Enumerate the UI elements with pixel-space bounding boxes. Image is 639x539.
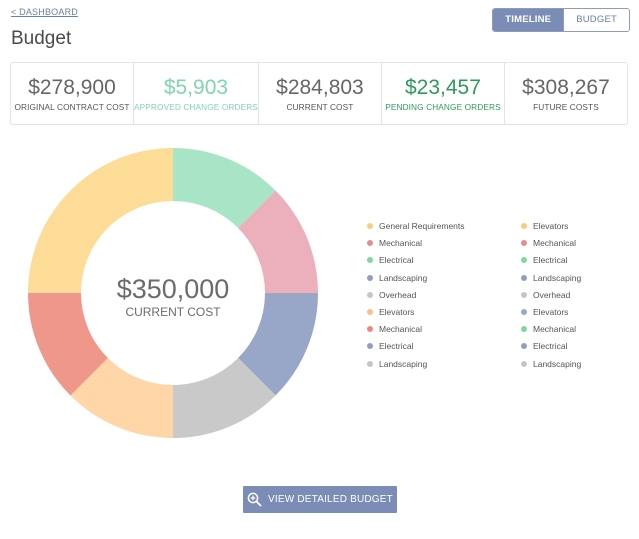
- legend-label: Elevators: [379, 307, 415, 317]
- legend-label: Mechanical: [379, 238, 422, 249]
- legend-swatch: [521, 240, 527, 247]
- legend-label: Electrical: [379, 341, 414, 352]
- legend-swatch: [367, 257, 373, 264]
- stat-value: $284,803: [276, 75, 364, 99]
- stat-value: $308,267: [522, 75, 610, 99]
- legend-item: Mechanical: [367, 324, 422, 334]
- donut-center-label: CURRENT COST: [125, 305, 221, 319]
- stat-label: ORIGINAL CONTRACT COST: [14, 101, 130, 112]
- breadcrumb-dashboard-link[interactable]: < DASHBOARD: [11, 7, 78, 17]
- legend-swatch: [367, 360, 373, 367]
- legend-swatch: [367, 326, 373, 333]
- legend-label: Mechanical: [533, 324, 576, 335]
- stat-value: $278,900: [28, 75, 116, 99]
- legend-swatch: [521, 257, 527, 264]
- budget-donut-chart: $350,000 CURRENT COST: [28, 148, 318, 438]
- legend-swatch: [367, 309, 373, 315]
- legend-swatch: [367, 343, 373, 350]
- stat-current-cost: $284,803 CURRENT COST: [257, 63, 381, 124]
- legend-item: Landscaping: [521, 273, 581, 283]
- legend-swatch: [521, 274, 527, 281]
- page-title: Budget: [11, 28, 72, 49]
- legend-item: Overhead: [521, 290, 570, 300]
- stat-value: $23,457: [405, 75, 481, 99]
- legend-label: Elevators: [533, 221, 569, 231]
- legend-swatch: [521, 223, 527, 229]
- legend-swatch: [521, 360, 527, 367]
- stat-label: CURRENT COST: [286, 101, 354, 112]
- legend-label: Electrical: [379, 255, 414, 266]
- legend-label: Electrical: [533, 341, 568, 352]
- legend-item: Landscaping: [367, 359, 427, 369]
- legend-item: Mechanical: [521, 324, 576, 334]
- legend-item: Landscaping: [367, 273, 427, 283]
- stat-label: APPROVED CHANGE ORDERS: [134, 101, 258, 112]
- donut-center-value: $350,000: [117, 274, 230, 304]
- legend-item: Electrical: [367, 255, 413, 265]
- legend-item: Mechanical: [367, 238, 422, 248]
- legend-item: Elevators: [521, 307, 568, 317]
- legend-swatch: [367, 240, 373, 247]
- legend-item: General Requirements: [367, 221, 465, 231]
- legend-item: Elevators: [367, 307, 414, 317]
- stat-future-costs: $308,267 FUTURE COSTS: [503, 63, 627, 124]
- legend-item: Electrical: [521, 255, 567, 265]
- legend-label: Landscaping: [533, 272, 582, 283]
- view-detailed-budget-button[interactable]: VIEW DETAILED BUDGET: [243, 486, 397, 513]
- legend-swatch: [521, 343, 527, 350]
- legend-label: Overhead: [379, 289, 417, 300]
- legend-label: Electrical: [533, 255, 568, 266]
- legend-item: Mechanical: [521, 238, 576, 248]
- legend-item: Electrical: [521, 341, 567, 351]
- donut-slice-7[interactable]: [28, 148, 173, 293]
- legend-swatch: [521, 291, 527, 298]
- stat-original-contract-cost: $278,900 ORIGINAL CONTRACT COST: [11, 63, 133, 124]
- timeline-toggle-button[interactable]: TIMELINE: [493, 9, 564, 31]
- legend-swatch: [367, 291, 373, 298]
- stat-label: FUTURE COSTS: [533, 101, 599, 112]
- stat-approved-change-orders: $5,903 APPROVED CHANGE ORDERS: [133, 63, 258, 124]
- stat-value: $5,903: [163, 75, 229, 99]
- legend-label: Overhead: [533, 289, 571, 300]
- legend-swatch: [521, 326, 527, 333]
- legend-label: Mechanical: [379, 324, 422, 335]
- stat-label: PENDING CHANGE ORDERS: [385, 101, 501, 112]
- legend-label: General Requirements: [379, 221, 465, 231]
- legend-item: Electrical: [367, 341, 413, 351]
- budget-toggle-button[interactable]: BUDGET: [563, 9, 629, 31]
- legend-label: Landscaping: [379, 272, 428, 283]
- legend-swatch: [521, 309, 527, 315]
- stat-pending-change-orders: $23,457 PENDING CHANGE ORDERS: [380, 63, 504, 124]
- legend-item: Elevators: [521, 221, 568, 231]
- legend-label: Landscaping: [533, 358, 582, 369]
- cost-summary-bar: $278,900 ORIGINAL CONTRACT COST $5,903 A…: [10, 62, 628, 125]
- view-toggle: TIMELINE BUDGET: [492, 8, 630, 32]
- zoom-in-icon: [247, 492, 262, 507]
- legend-swatch: [367, 274, 373, 281]
- legend-swatch: [367, 223, 373, 229]
- legend-label: Mechanical: [533, 238, 576, 249]
- legend-item: Overhead: [367, 290, 416, 300]
- legend-label: Elevators: [533, 307, 569, 317]
- cta-label: VIEW DETAILED BUDGET: [268, 494, 393, 505]
- legend-label: Landscaping: [379, 358, 428, 369]
- legend-item: Landscaping: [521, 359, 581, 369]
